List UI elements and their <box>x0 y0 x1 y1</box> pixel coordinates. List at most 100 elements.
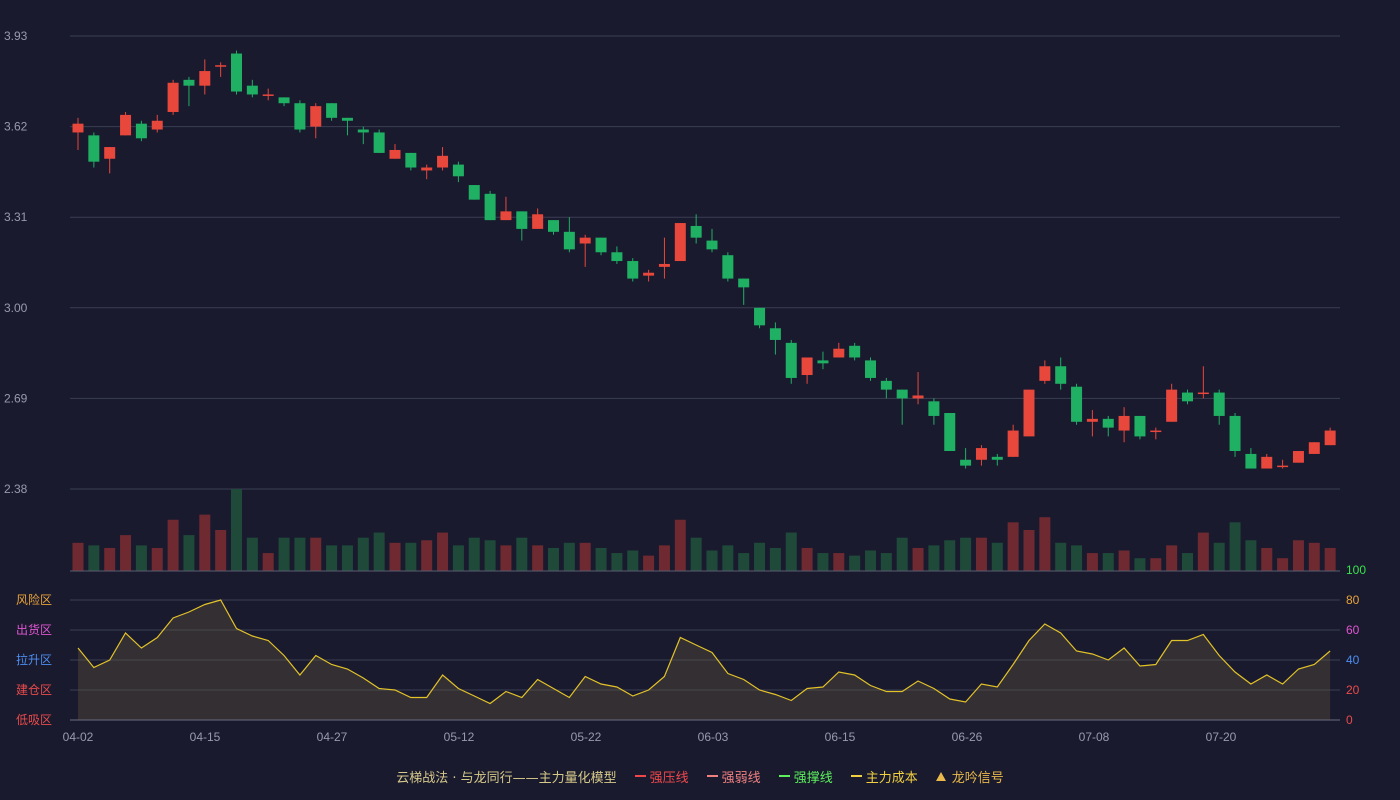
candle-body <box>1118 415 1130 431</box>
candle-body <box>1261 456 1273 469</box>
candle-body <box>341 117 353 121</box>
zone-label: 拉升区 <box>16 652 52 667</box>
candle-body <box>706 240 718 250</box>
price-tick-label: 3.00 <box>4 301 28 315</box>
candle-body <box>1292 451 1304 463</box>
volume-bar <box>991 542 1003 571</box>
candle-body <box>468 185 480 200</box>
candle-body <box>754 307 766 326</box>
candle-body <box>1134 415 1146 437</box>
candle-body <box>151 120 163 130</box>
volume-bar <box>1150 558 1162 571</box>
candle-body <box>833 348 845 358</box>
volume-bar <box>706 550 718 571</box>
legend-swatch-strength-weakness <box>706 775 718 777</box>
candle-body <box>769 328 781 340</box>
zone-label: 出货区 <box>16 622 52 637</box>
volume-bar <box>833 553 845 571</box>
price-tick-label: 3.93 <box>4 29 28 43</box>
x-tick-label: 05-12 <box>444 730 475 744</box>
volume-bar <box>1308 542 1320 571</box>
volume-bar <box>1197 532 1209 571</box>
candle-body <box>231 53 242 92</box>
legend-item-strong-pressure[interactable]: 强压线 <box>634 767 689 786</box>
volume-bar <box>1102 553 1114 571</box>
volume-bar <box>595 547 607 571</box>
volume-bar <box>611 553 623 571</box>
volume-bar <box>579 542 591 571</box>
candle-body <box>294 103 306 130</box>
volume-bar <box>849 555 861 571</box>
oscillator-tick-label: 80 <box>1346 593 1360 607</box>
volume-bar <box>484 540 496 571</box>
volume-bar <box>1055 542 1067 571</box>
volume-bar <box>1245 540 1257 571</box>
candle-body <box>1213 392 1225 416</box>
candle-body <box>912 395 924 399</box>
price-tick-label: 2.38 <box>4 482 28 496</box>
legend-item-dragon-signal[interactable]: 龙吟信号 <box>935 767 1004 786</box>
oscillator-tick-label: 100 <box>1346 563 1366 577</box>
candle-body <box>437 155 449 168</box>
volume-bar <box>532 545 544 571</box>
zone-label: 建仓区 <box>16 683 52 697</box>
candle-body <box>215 65 227 67</box>
candle-body <box>817 360 829 364</box>
candle-body <box>1102 418 1114 428</box>
candle-body <box>1308 442 1320 454</box>
candle-body <box>563 231 575 250</box>
candle-body <box>484 193 496 221</box>
volume-bar <box>1324 547 1336 571</box>
volume-bar <box>1277 558 1289 571</box>
candle-body <box>690 225 702 238</box>
volume-bar <box>104 547 116 571</box>
volume-bar <box>754 542 766 571</box>
legend-item-main-cost[interactable]: 主力成本 <box>850 767 918 786</box>
volume-bar <box>548 547 559 571</box>
volume-bar <box>722 545 734 571</box>
legend-label-main-cost: 主力成本 <box>865 770 918 786</box>
x-tick-label: 06-15 <box>825 730 856 744</box>
volume-bar <box>1292 540 1304 571</box>
volume-bar <box>405 542 417 571</box>
x-tick-label: 06-03 <box>698 730 729 744</box>
candle-body <box>896 389 908 399</box>
candle-body <box>246 85 258 95</box>
volume-bar <box>658 545 670 571</box>
x-tick-label: 04-27 <box>317 730 348 744</box>
candle-body <box>801 357 813 376</box>
legend-item-strength-weakness[interactable]: 强弱线 <box>706 767 761 786</box>
candle-body <box>357 129 369 133</box>
legend-item-strong-support[interactable]: 强撑线 <box>778 767 833 786</box>
x-tick-label: 05-22 <box>571 730 602 744</box>
chart-canvas: 3.93 3.62 3.31 3.00 2.69 2.38 100 80 60 40 20 0 风险区出… <box>4 29 1366 744</box>
x-tick-label: 04-02 <box>63 730 94 744</box>
candle-body <box>960 459 972 466</box>
candle-body <box>1245 453 1257 469</box>
candle-body <box>849 345 861 358</box>
volume-bar <box>437 532 449 571</box>
candle-body <box>262 94 274 96</box>
x-tick-label: 04-15 <box>190 730 221 744</box>
candle-body <box>674 223 686 262</box>
volume-bar <box>896 537 908 571</box>
volume-bar <box>215 530 227 571</box>
candle-body <box>532 214 544 229</box>
candle-body <box>452 164 464 177</box>
volume-bar <box>72 542 84 571</box>
candle-body <box>183 79 195 86</box>
volume-bar <box>944 540 956 571</box>
volume-bar <box>278 537 290 571</box>
candle-body <box>975 448 987 460</box>
candle-body <box>167 82 179 112</box>
candle-body <box>1182 392 1193 402</box>
volume-bar <box>769 547 781 571</box>
candle-body <box>310 106 322 127</box>
volume-bar <box>817 553 829 571</box>
candle-body <box>944 413 956 452</box>
volume-bar <box>167 519 179 571</box>
volume-bar <box>643 555 655 571</box>
volume-bar <box>928 545 940 571</box>
candle-body <box>1197 392 1209 395</box>
price-tick-label: 2.69 <box>4 391 28 405</box>
